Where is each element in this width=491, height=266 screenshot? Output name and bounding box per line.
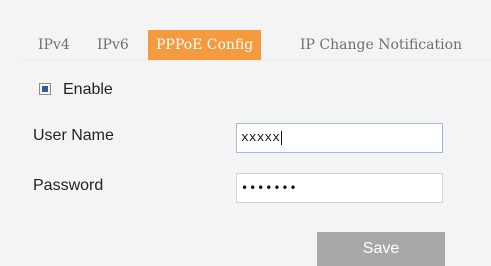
tab-bar: IPv4 IPv6 PPPoE Config IP Change Notific… — [20, 30, 491, 61]
pppoe-settings-panel: IPv4 IPv6 PPPoE Config IP Change Notific… — [20, 20, 491, 266]
save-button[interactable]: Save — [317, 232, 445, 266]
username-value: xxxxx — [241, 130, 281, 145]
tab-ipv4[interactable]: IPv4 — [38, 30, 70, 60]
username-input[interactable]: xxxxx — [236, 123, 443, 153]
tab-pppoe-config[interactable]: PPPoE Config — [148, 30, 262, 60]
tab-ipv6[interactable]: IPv6 — [97, 30, 129, 60]
enable-label: Enable — [63, 81, 113, 98]
tab-ip-change-notification[interactable]: IP Change Notification — [300, 30, 462, 60]
text-caret — [281, 130, 283, 145]
password-value: ••••••• — [241, 181, 298, 195]
checkbox-check-icon — [42, 86, 48, 92]
enable-checkbox[interactable] — [39, 83, 51, 95]
password-input[interactable]: ••••••• — [236, 173, 443, 203]
username-label: User Name — [33, 127, 114, 144]
password-label: Password — [33, 177, 104, 194]
